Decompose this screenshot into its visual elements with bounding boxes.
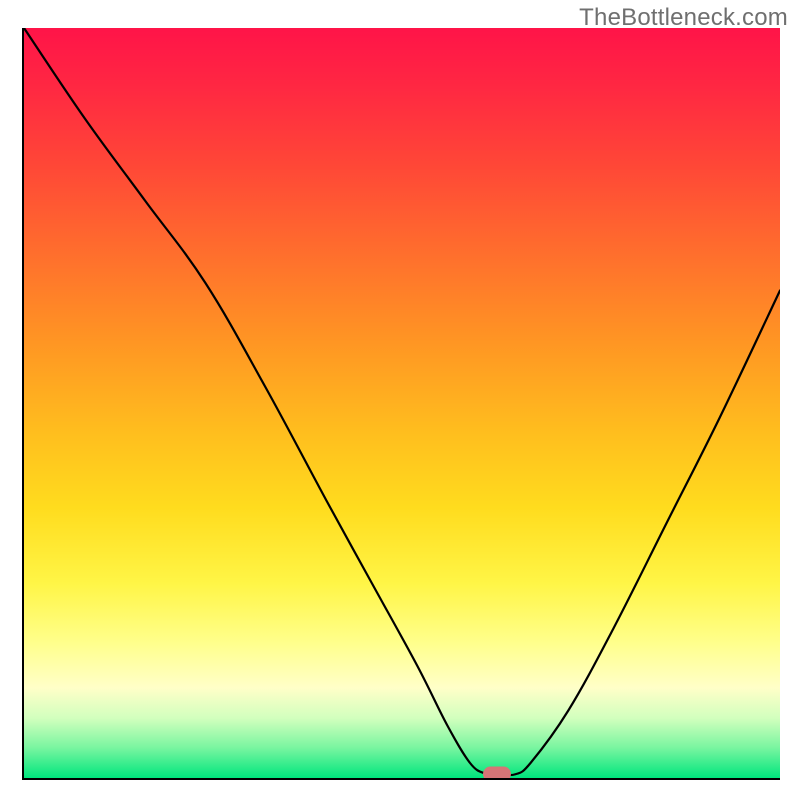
curve-layer bbox=[24, 28, 780, 778]
bottleneck-curve bbox=[24, 28, 780, 775]
optimal-marker bbox=[483, 767, 511, 780]
chart-plot-area bbox=[22, 28, 780, 780]
watermark-text: TheBottleneck.com bbox=[579, 4, 788, 32]
